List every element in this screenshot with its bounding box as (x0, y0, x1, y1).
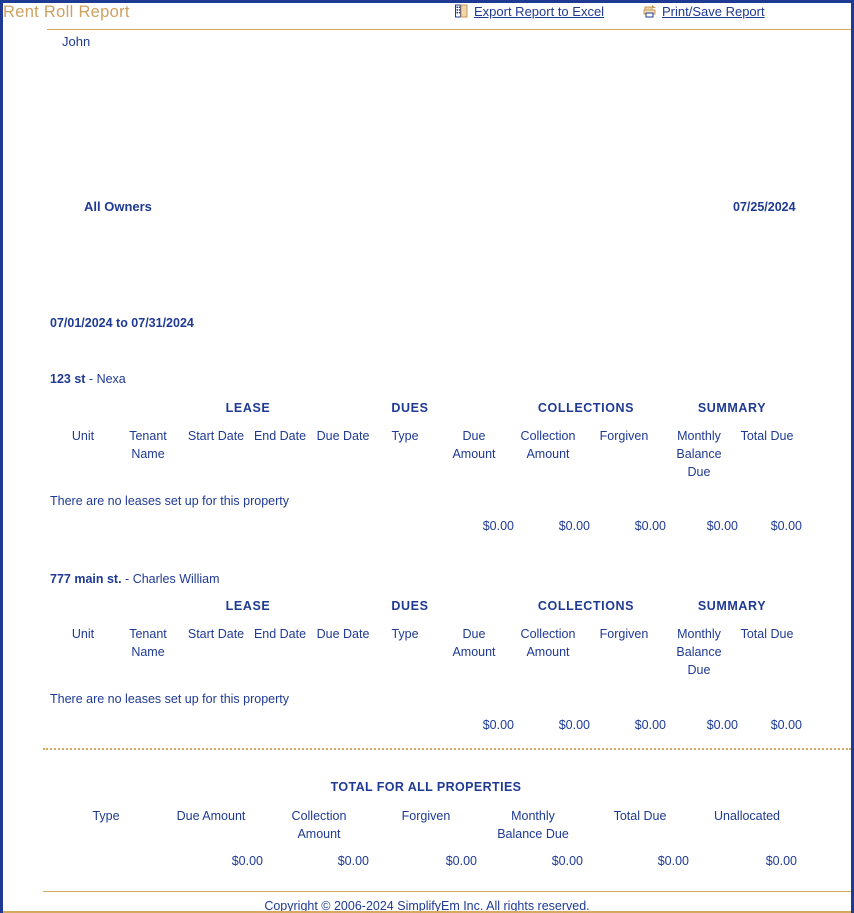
column-header-monthly-balance-due: Monthly Balance Due (676, 627, 722, 677)
column-header-tenant-name: Tenant Name (129, 429, 167, 461)
property-total-due-amount: $0.00 (482, 718, 514, 732)
group-header-summary: SUMMARY (697, 599, 767, 613)
group-header-summary: SUMMARY (697, 401, 767, 415)
group-header-lease: LEASE (225, 401, 271, 415)
printer-icon (643, 4, 657, 19)
section-divider (43, 748, 851, 750)
column-header-monthly-balance-due: Monthly Balance Due (676, 429, 722, 479)
column-header-type: Type (391, 627, 419, 641)
column-header-type: Type (391, 429, 419, 443)
grand-total-total-due: $0.00 (657, 854, 689, 868)
grand-total-column-unallocated: Unallocated (713, 809, 780, 823)
group-header-collections: COLLECTIONS (537, 599, 635, 613)
group-header-dues: DUES (391, 599, 429, 613)
property-total-total-due: $0.00 (770, 718, 802, 732)
column-header-start-date: Start Date (187, 627, 245, 641)
footer-divider (43, 891, 851, 892)
top-divider (47, 29, 851, 30)
user-name: John (62, 34, 91, 49)
print-save-report-label: Print/Save Report (662, 4, 765, 19)
column-header-total-due: Total Due (740, 627, 794, 641)
column-header-start-date: Start Date (187, 429, 245, 443)
column-header-forgiven: Forgiven (599, 429, 649, 443)
group-header-collections: COLLECTIONS (537, 401, 635, 415)
property-owner: Charles William (132, 572, 220, 586)
column-header-due-date: Due Date (316, 429, 370, 443)
column-header-due-amount: Due Amount (452, 627, 496, 659)
grand-total-column-total-due: Total Due (613, 809, 667, 823)
property-total-collection-amount: $0.00 (558, 718, 590, 732)
column-header-tenant-name: Tenant Name (129, 627, 167, 659)
property-total-total-due: $0.00 (770, 519, 802, 533)
column-header-collection-amount: Collection Amount (520, 429, 576, 461)
export-report-to-excel-button[interactable]: Export Report to Excel (455, 4, 604, 19)
grand-total-due-amount: $0.00 (231, 854, 263, 868)
excel-spreadsheet-icon (455, 4, 469, 19)
column-header-collection-amount: Collection Amount (520, 627, 576, 659)
property-address: 123 st (50, 372, 86, 386)
property-total-forgiven: $0.00 (634, 718, 666, 732)
grand-total-column-type: Type (92, 809, 120, 823)
property-owner-separator: - (121, 572, 133, 586)
column-header-due-date: Due Date (316, 627, 370, 641)
empty-state-message: There are no leases set up for this prop… (50, 494, 290, 508)
column-header-due-amount: Due Amount (452, 429, 496, 461)
column-header-forgiven: Forgiven (599, 627, 649, 641)
report-date: 07/25/2024 (733, 200, 796, 214)
report-page: Export Report to Excel Print/Save Report… (3, 3, 851, 913)
property-total-monthly-balance-due: $0.00 (706, 718, 738, 732)
property-owner-separator: - (85, 372, 97, 386)
property-owner: Nexa (96, 372, 126, 386)
grand-totals-title: TOTAL FOR ALL PROPERTIES (330, 780, 522, 794)
owner-scope-label: All Owners (84, 199, 152, 214)
report-window: Export Report to Excel Print/Save Report… (0, 0, 854, 913)
report-date-range: 07/01/2024 to 07/31/2024 (50, 316, 194, 330)
property-total-monthly-balance-due: $0.00 (706, 519, 738, 533)
property-total-collection-amount: $0.00 (558, 519, 590, 533)
property-total-due-amount: $0.00 (482, 519, 514, 533)
export-report-to-excel-label: Export Report to Excel (474, 4, 605, 19)
property-total-forgiven: $0.00 (634, 519, 666, 533)
grand-total-monthly-balance-due: $0.00 (551, 854, 583, 868)
group-header-lease: LEASE (225, 599, 271, 613)
grand-total-collection-amount: $0.00 (337, 854, 369, 868)
grand-total-column-collection-amount: Collection Amount (291, 809, 347, 841)
report-action-bar: Export Report to Excel Print/Save Report (3, 3, 851, 25)
column-header-unit: Unit (71, 627, 95, 641)
column-header-end-date: End Date (253, 429, 307, 443)
column-header-unit: Unit (71, 429, 95, 443)
grand-total-forgiven: $0.00 (445, 854, 477, 868)
grand-total-column-monthly-balance-due: Monthly Balance Due (497, 809, 569, 841)
group-header-dues: DUES (391, 401, 429, 415)
property-title: 123 st - Nexa (50, 372, 126, 386)
empty-state-message: There are no leases set up for this prop… (50, 692, 290, 706)
property-title: 777 main st. - Charles William (50, 572, 220, 586)
column-header-end-date: End Date (253, 627, 307, 641)
grand-total-unallocated: $0.00 (765, 854, 797, 868)
grand-total-column-forgiven: Forgiven (401, 809, 451, 823)
print-save-report-button[interactable]: Print/Save Report (643, 4, 765, 19)
property-address: 777 main st. (50, 572, 122, 586)
column-header-total-due: Total Due (740, 429, 794, 443)
grand-total-column-due-amount: Due Amount (176, 809, 246, 823)
